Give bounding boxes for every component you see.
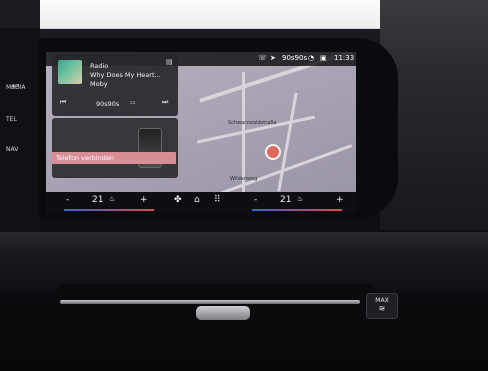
source-icon[interactable]: ▤: [166, 58, 173, 66]
apps-grid-icon[interactable]: ⠿: [214, 195, 221, 205]
media-widget[interactable]: Radio Why Does My Heart... Moby ▤ ⏮ 90s9…: [52, 54, 178, 116]
lower-dashboard: [0, 232, 488, 292]
navigation-arrow-icon: ➤: [270, 54, 276, 62]
defrost-icon: ≋: [378, 304, 386, 313]
phone-icon: ☏: [258, 54, 267, 62]
wifi-icon: ◔: [308, 54, 315, 62]
street-label: Wildenweg: [230, 176, 258, 182]
passenger-temp-plus[interactable]: +: [336, 195, 344, 205]
previous-track-icon[interactable]: ⏮: [60, 98, 66, 107]
left-control-strip: ↩ MEDIA TEL NAV: [0, 28, 40, 238]
fan-icon[interactable]: ✤: [174, 195, 182, 205]
chrome-trim: [60, 300, 360, 304]
media-button[interactable]: MEDIA: [6, 84, 32, 91]
driver-temp[interactable]: 21: [92, 195, 103, 205]
media-station: 90s90s: [96, 100, 120, 108]
driver-temp-plus[interactable]: +: [140, 195, 148, 205]
tel-button[interactable]: TEL: [6, 116, 32, 123]
screen-icon: ▣: [320, 54, 327, 62]
passenger-temp[interactable]: 21: [280, 195, 291, 205]
phone-widget: Telefon verbinden: [52, 118, 178, 178]
passenger-temp-slider[interactable]: [252, 209, 342, 211]
status-station: 90s90s: [282, 54, 308, 62]
max-defrost-button[interactable]: MAX ≋: [366, 293, 398, 319]
album-art: [58, 60, 82, 84]
clock: 11:33: [334, 54, 355, 62]
passenger-temp-minus[interactable]: -: [254, 195, 257, 205]
seat-heat-icon[interactable]: ♨: [109, 195, 115, 203]
track-title: Why Does My Heart...: [90, 71, 161, 79]
climate-bar: - 21 ♨ + ✤ ⌂ ⠿ - 21 ♨ +: [46, 192, 356, 212]
connect-phone-button[interactable]: Telefon verbinden: [52, 152, 176, 164]
nav-button[interactable]: NAV: [6, 146, 32, 153]
street-label: Schwarzwaldstraße: [228, 120, 277, 126]
driver-temp-slider[interactable]: [64, 209, 154, 211]
passenger-seat-heat-icon[interactable]: ♨: [297, 195, 303, 203]
map-road: [277, 92, 298, 192]
artist-name: Moby: [90, 80, 108, 88]
hd-icon: ▭: [130, 99, 136, 106]
next-track-icon[interactable]: ⏭: [162, 98, 168, 107]
vent-control-knob[interactable]: [196, 306, 250, 320]
infotainment-screen: Schwarzwaldstraße Wildenweg ☏ ➤ 90s90s ◔…: [46, 52, 356, 212]
media-source: Radio: [90, 62, 109, 70]
current-location-marker: [265, 144, 281, 160]
driver-temp-minus[interactable]: -: [66, 195, 69, 205]
home-icon[interactable]: ⌂: [194, 195, 200, 205]
max-label: MAX: [375, 297, 389, 304]
